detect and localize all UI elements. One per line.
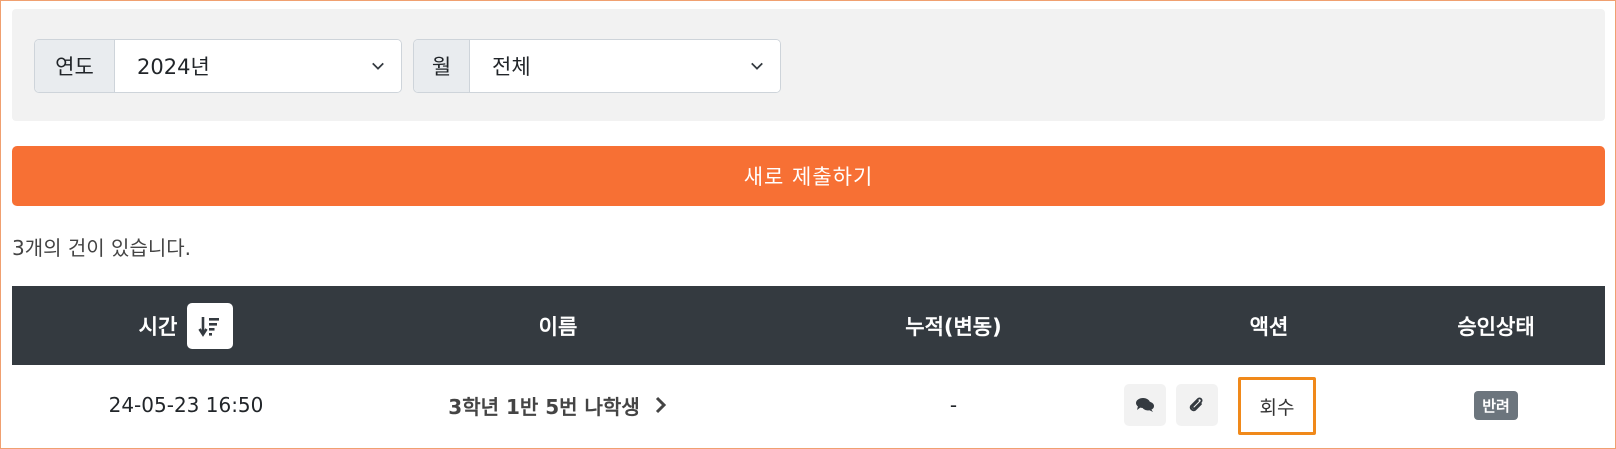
row-name: 3학년 1반 5번 나학생: [448, 394, 640, 419]
filter-panel: 연도 2024년 월 전체: [12, 9, 1605, 121]
attachment-button[interactable]: [1176, 384, 1218, 426]
year-filter: 연도 2024년: [34, 39, 402, 93]
month-select[interactable]: 전체: [470, 40, 780, 92]
header-time-label: 시간: [138, 314, 178, 339]
header-status: 승인상태: [1457, 314, 1535, 339]
row-time: 24-05-23 16:50: [108, 393, 264, 417]
header-accumulated: 누적(변동): [905, 314, 1002, 339]
month-label: 월: [414, 40, 470, 92]
table-row: 24-05-23 16:50 3학년 1반 5번 나학생 - 회수 반려: [12, 365, 1605, 445]
header-name: 이름: [538, 314, 578, 339]
chevron-down-icon: [372, 62, 384, 70]
result-count: 3개의 건이 있습니다.: [12, 236, 191, 260]
year-select[interactable]: 2024년: [115, 40, 401, 92]
year-label: 연도: [35, 40, 115, 92]
row-actions: 회수: [1072, 365, 1372, 445]
chevron-down-icon: [751, 62, 763, 70]
header-time: 시간: [12, 286, 360, 365]
status-badge: 반려: [1474, 390, 1518, 420]
month-select-value: 전체: [492, 55, 531, 79]
recall-button[interactable]: 회수: [1238, 377, 1316, 435]
sort-button[interactable]: [187, 302, 234, 349]
new-submission-button[interactable]: 새로 제출하기: [12, 146, 1605, 206]
row-name-link[interactable]: 3학년 1반 5번 나학생: [360, 365, 756, 445]
chevron-right-icon: [655, 396, 666, 414]
year-select-value: 2024년: [137, 55, 210, 79]
month-filter: 월 전체: [413, 39, 781, 93]
sort-desc-icon: [198, 316, 220, 337]
comment-button[interactable]: [1124, 384, 1166, 426]
paperclip-icon: [1189, 397, 1203, 412]
comments-icon: [1136, 398, 1154, 412]
header-action: 액션: [1249, 314, 1289, 339]
table-header: 시간 이름 누적(변동) 액션 승인상태: [12, 286, 1605, 365]
row-status: 반려: [1387, 365, 1605, 445]
